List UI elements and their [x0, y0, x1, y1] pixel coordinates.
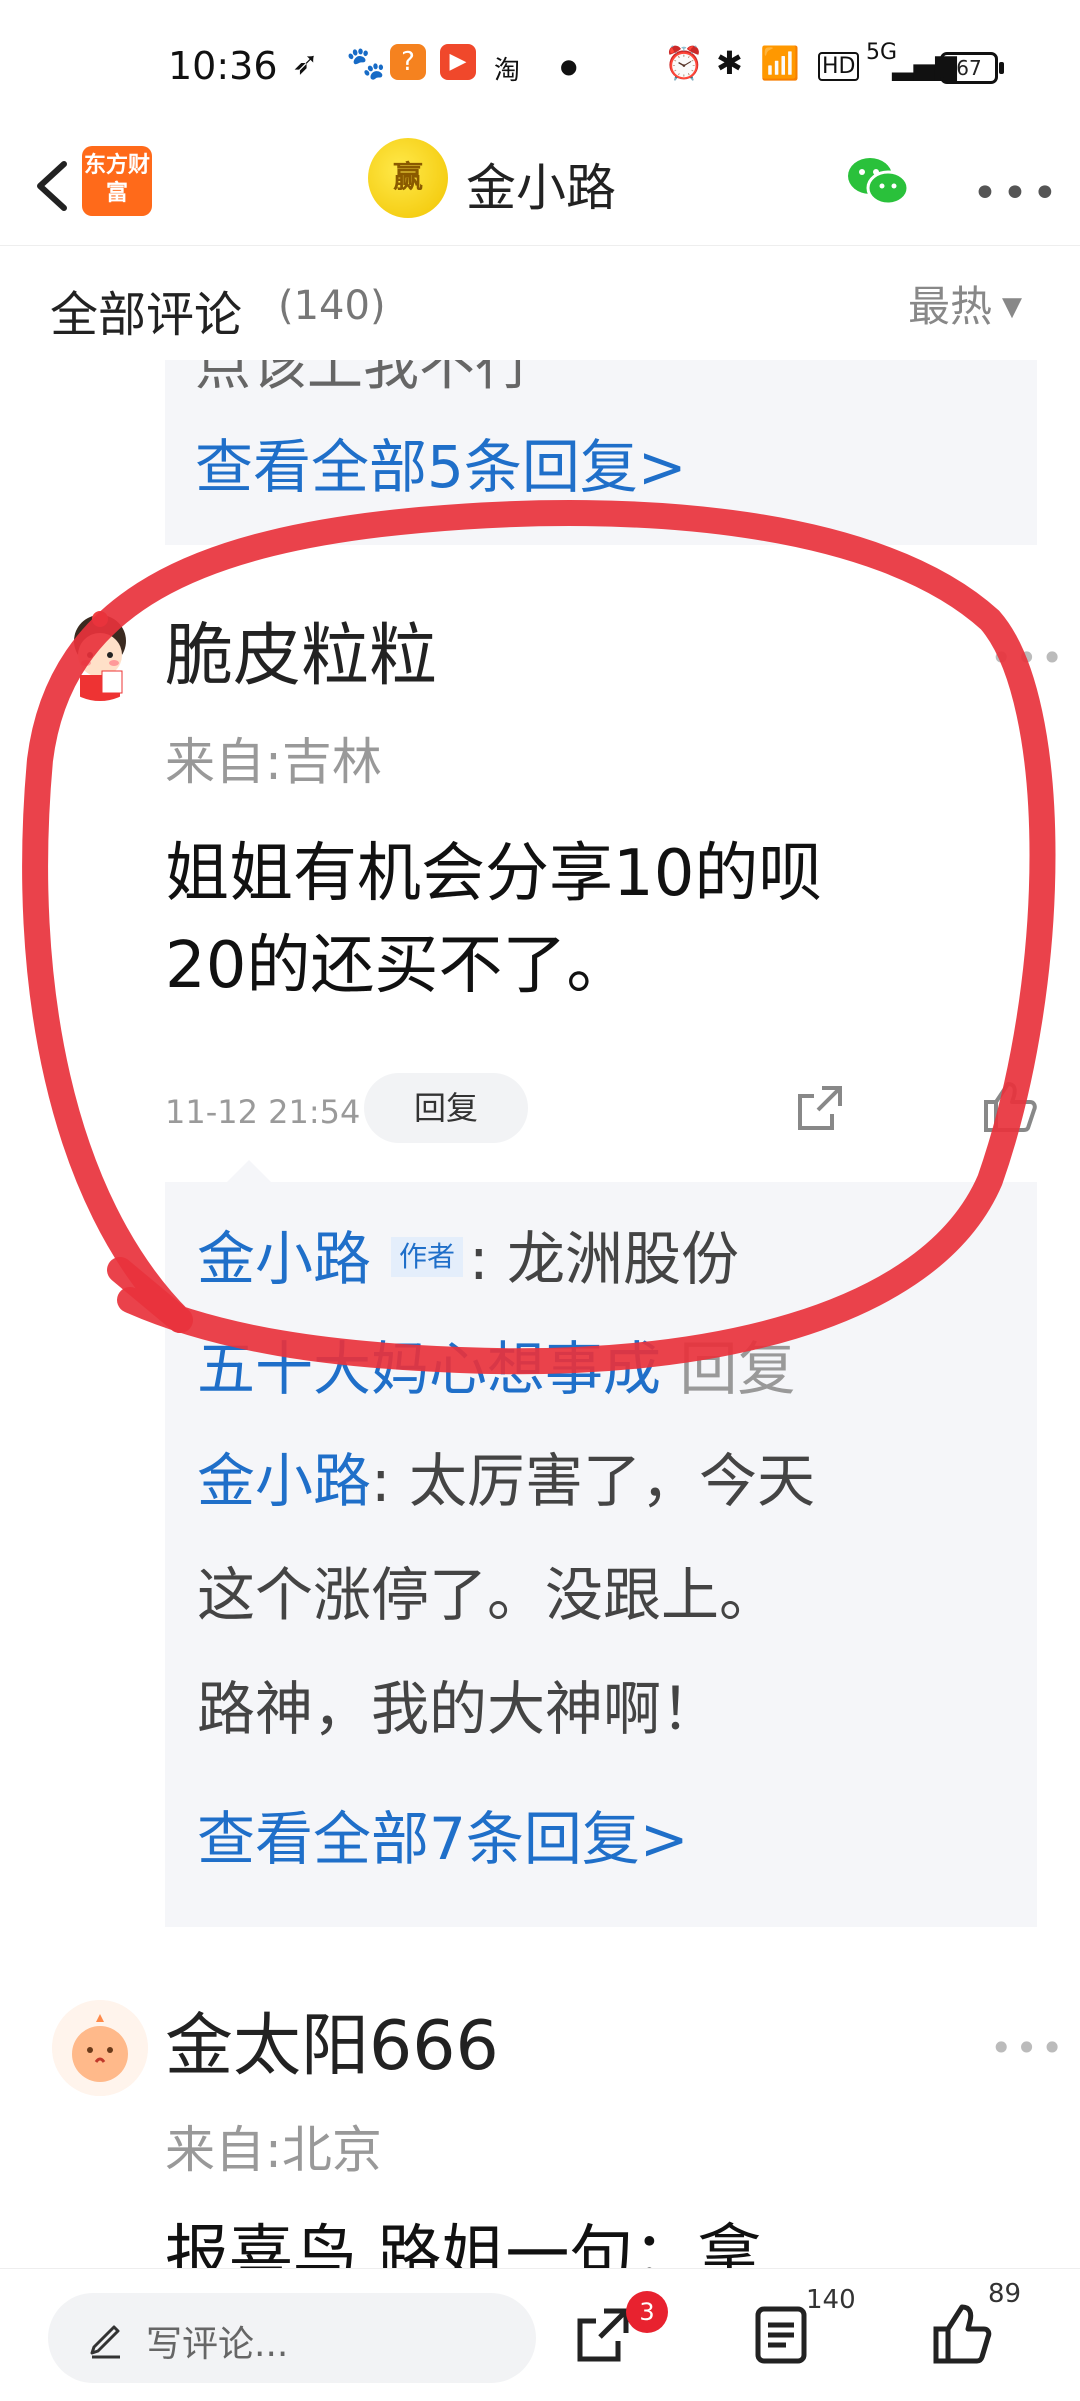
- share-icon[interactable]: [572, 2301, 634, 2367]
- reply-item-continued: 金小路: 太厉害了，今天: [197, 1444, 1037, 1518]
- comment-count: 140: [806, 2285, 856, 2315]
- reply-text: : 龙洲股份: [469, 1225, 740, 1293]
- avatar[interactable]: [52, 605, 148, 701]
- write-comment-input[interactable]: 写评论...: [48, 2293, 536, 2383]
- app-logo[interactable]: 东方财富: [82, 146, 152, 216]
- reply-text-line: 路神，我的大神啊！: [197, 1675, 720, 1743]
- author-badge: 作者: [391, 1236, 464, 1277]
- like-icon[interactable]: [930, 2301, 992, 2367]
- reply-text-line: 这个涨停了。没跟上。: [197, 1561, 778, 1629]
- reply-item[interactable]: 金小路 作者: 龙洲股份: [197, 1222, 1037, 1296]
- taobao-icon: 淘: [494, 56, 521, 86]
- video-app-icon: ▶: [440, 44, 476, 80]
- arrow-app-icon: ➶: [292, 44, 319, 82]
- reply-action-label: 回复: [679, 1335, 796, 1403]
- reply-target[interactable]: 金小路: [197, 1447, 371, 1515]
- reply-box-previous: 点该上我不行 查看全部5条回复>: [165, 360, 1037, 545]
- back-arrow-icon[interactable]: [22, 146, 82, 226]
- comment-more-icon[interactable]: •••: [990, 636, 1066, 680]
- status-bar: 10:36 ➶ 🐾 ? ▶ 淘 ● ⏰ ✱ 📶 HD 5G ▂▄▆ 67: [0, 0, 1080, 130]
- share-icon[interactable]: [792, 1080, 848, 1136]
- author-avatar[interactable]: 赢: [368, 138, 448, 218]
- share-badge: 3: [626, 2291, 668, 2333]
- baidu-icon: 🐾: [346, 44, 386, 82]
- sort-dropdown[interactable]: 最热 ▼: [908, 273, 1022, 334]
- comment-list-icon[interactable]: [752, 2301, 814, 2367]
- orange-app-icon: ?: [390, 44, 426, 80]
- dot-icon: ●: [560, 54, 578, 78]
- like-icon[interactable]: [980, 1078, 1038, 1134]
- view-all-replies-link[interactable]: 查看全部7条回复>: [197, 1792, 689, 1876]
- caret-down-icon: ▼: [1002, 292, 1023, 322]
- reply-author[interactable]: 金小路: [197, 1225, 371, 1293]
- comment-author-name[interactable]: 脆皮粒粒: [165, 600, 437, 699]
- replies-box: 金小路 作者: 龙洲股份 五十大妈心想事成 回复 金小路: 太厉害了，今天 这个涨…: [165, 1160, 1037, 1927]
- reply-text: : 太厉害了，今天: [371, 1447, 815, 1515]
- pencil-icon: [90, 2325, 120, 2359]
- wechat-icon[interactable]: [846, 152, 910, 212]
- more-icon[interactable]: •••: [972, 168, 1062, 219]
- comment-location: 来自:吉林: [165, 733, 382, 791]
- comment-author-name[interactable]: 金太阳666: [165, 1990, 499, 2089]
- sort-label: 最热: [908, 282, 993, 331]
- comment-more-icon[interactable]: •••: [990, 2026, 1066, 2070]
- top-nav: 东方财富 赢 金小路 •••: [0, 130, 1080, 246]
- comment-location: 来自:北京: [165, 2121, 382, 2179]
- reply-cut-text: 点该上我不行: [195, 360, 531, 398]
- comment-text-line: 姐姐有机会分享10的呗: [165, 837, 823, 911]
- comment-text: 报喜鸟 路姐一句：拿: [165, 2219, 762, 2268]
- reply-author[interactable]: 五十大妈心想事成: [197, 1335, 661, 1403]
- comment-text-line: 20的还买不了。: [165, 929, 631, 1003]
- avatar[interactable]: [52, 2000, 148, 2096]
- reply-button[interactable]: 回复: [364, 1073, 528, 1143]
- view-all-replies-link[interactable]: 查看全部5条回复>: [195, 420, 687, 504]
- comments-header: 全部评论 (140) 最热 ▼: [0, 245, 1080, 360]
- comments-count: (140): [278, 283, 386, 329]
- bluetooth-icon: ✱: [716, 44, 743, 82]
- reply-item[interactable]: 五十大妈心想事成 回复: [197, 1332, 1037, 1406]
- like-count: 89: [988, 2279, 1022, 2309]
- page-title[interactable]: 金小路: [466, 148, 616, 220]
- comment-text: 姐姐有机会分享10的呗 20的还买不了。: [165, 828, 1065, 1012]
- comment-time: 11-12 21:54: [165, 1093, 361, 1131]
- hd-icon: HD: [818, 52, 860, 81]
- alarm-icon: ⏰: [664, 44, 704, 82]
- comments-title: 全部评论: [50, 287, 243, 343]
- wifi-icon: 📶: [760, 44, 800, 82]
- status-time: 10:36: [168, 44, 278, 88]
- write-comment-placeholder: 写评论...: [146, 2324, 289, 2365]
- bottom-bar: 写评论... 3 140 89: [0, 2268, 1080, 2401]
- battery-icon: 67: [940, 52, 1004, 84]
